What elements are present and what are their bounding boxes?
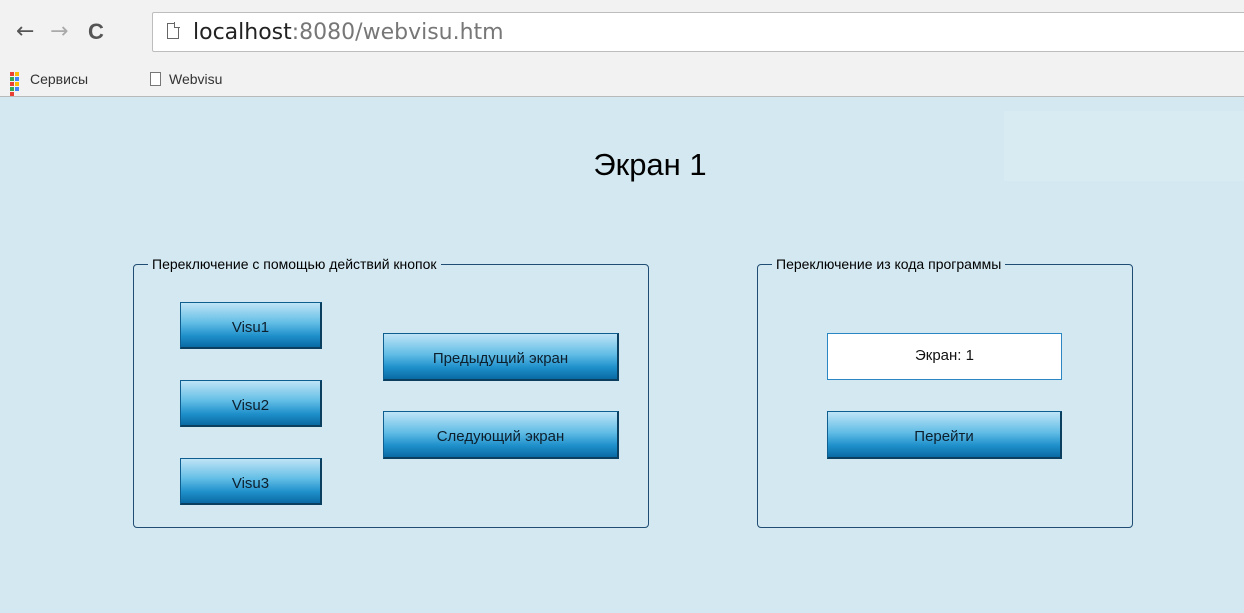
back-arrow-icon[interactable]: ← (16, 17, 34, 47)
go-button[interactable]: Перейти (827, 411, 1062, 459)
bookmark-webvisu[interactable]: Webvisu (150, 69, 222, 89)
page-icon (167, 22, 180, 39)
visu1-button[interactable]: Visu1 (180, 302, 322, 349)
visu3-button[interactable]: Visu3 (180, 458, 322, 505)
visu2-button[interactable]: Visu2 (180, 380, 322, 427)
previous-screen-button[interactable]: Предыдущий экран (383, 333, 619, 381)
visualization-canvas: Экран 1 Переключение с помощью действий … (0, 97, 1244, 613)
screen-number-field[interactable]: Экран: 1 (827, 333, 1062, 380)
forward-arrow-icon[interactable]: → (50, 17, 68, 47)
button-actions-group: Переключение с помощью действий кнопок V… (133, 255, 649, 528)
bookmarks-bar: Сервисы Webvisu (0, 62, 1244, 97)
url-text[interactable]: localhost:8080/webvisu.htm (193, 20, 504, 46)
bookmark-services[interactable]: Сервисы (10, 69, 89, 96)
program-code-legend: Переключение из кода программы (772, 255, 1006, 273)
next-screen-button[interactable]: Следующий экран (383, 411, 619, 459)
bookmark-webvisu-label: Webvisu (169, 71, 223, 87)
program-code-group: Переключение из кода программы Экран: 1 … (757, 255, 1133, 528)
page-title: Экран 1 (593, 147, 707, 182)
reload-icon[interactable]: C (88, 17, 104, 47)
background-panel (1004, 111, 1244, 181)
bookmark-services-label: Сервисы (30, 71, 89, 87)
apps-grid-icon (10, 72, 24, 96)
url-path: :8080/webvisu.htm (291, 20, 504, 45)
browser-toolbar: ← → C localhost:8080/webvisu.htm (0, 0, 1244, 62)
address-bar[interactable]: localhost:8080/webvisu.htm (152, 12, 1244, 52)
url-host: localhost (193, 20, 292, 45)
button-actions-legend: Переключение с помощью действий кнопок (148, 255, 441, 273)
page-icon (150, 72, 161, 86)
